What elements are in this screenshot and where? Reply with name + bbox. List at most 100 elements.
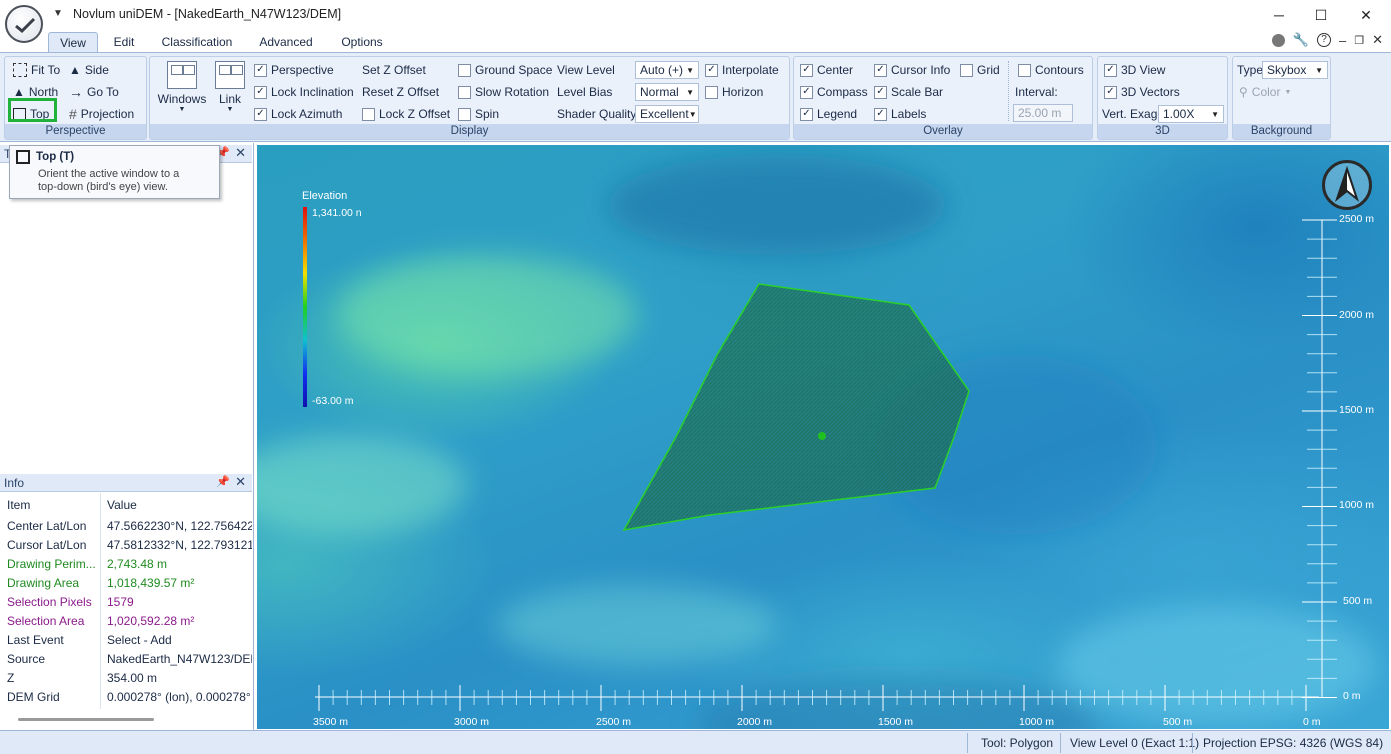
spin-label: Spin (475, 107, 500, 121)
elevation-legend-min: -63.00 m (312, 395, 354, 407)
interval-input[interactable]: 25.00 m (1013, 104, 1073, 122)
labels-label: Labels (891, 107, 927, 121)
go-to-label: Go To (87, 85, 119, 99)
interpolate-checkbox[interactable]: ✓ Interpolate (705, 61, 779, 79)
windows-dropdown-icon: ▼ (178, 106, 186, 113)
horizontal-scale-label-7: 0 m (1303, 716, 1321, 728)
lock-azimuth-checkbox[interactable]: ✓ Lock Azimuth (254, 105, 342, 123)
shader-quality-select[interactable]: Excellent ▼ (635, 105, 699, 123)
lock-inclination-checkbox[interactable]: ✓ Lock Inclination (254, 83, 354, 101)
info-row[interactable]: Last Event Select - Add (0, 631, 252, 650)
ribbon-restore-icon[interactable]: ❐ (1354, 34, 1364, 47)
info-row[interactable]: Cursor Lat/Lon 47.5812332°N, 122.7931215° (0, 536, 252, 555)
chevron-down-icon: ▼ (686, 87, 694, 97)
tooltip-title-row: Top (T) (16, 150, 213, 164)
app-menu-button[interactable] (5, 5, 43, 43)
compass-checkbox[interactable]: ✓ Compass (800, 83, 868, 101)
info-row-value: 0.000278° (lon), 0.000278° (l (107, 690, 252, 704)
quick-access-dropdown-icon[interactable]: ▼ (53, 8, 63, 19)
ribbon-close-icon[interactable]: ✕ (1372, 32, 1383, 48)
windows-button[interactable]: Windows ▼ (156, 61, 208, 113)
horizontal-scale-label-2: 2500 m (596, 716, 632, 728)
info-row[interactable]: Center Lat/Lon 47.5662230°N, 122.7564220° (0, 517, 252, 536)
info-row-value: 354.00 m (107, 671, 158, 685)
horizon-checkbox[interactable]: Horizon (705, 83, 763, 101)
info-row[interactable]: Drawing Perim... 2,743.48 m (0, 555, 252, 574)
display-group-label: Display (150, 124, 789, 139)
pin-icon[interactable]: 📌 (216, 475, 230, 488)
tab-options[interactable]: Options (333, 32, 391, 52)
tab-classification[interactable]: Classification (155, 32, 239, 52)
info-row[interactable]: Selection Area 1,020,592.28 m² (0, 612, 252, 631)
info-panel-title: Info (4, 476, 25, 490)
close-button[interactable]: ✕ (1343, 0, 1389, 30)
status-bar: Tool: Polygon View Level 0 (Exact 1:1) P… (0, 730, 1391, 754)
vertical-scale-label-1: 2000 m (1339, 309, 1375, 321)
legend-checkbox[interactable]: ✓ Legend (800, 105, 857, 123)
perspective-checkbox[interactable]: ✓ Perspective (254, 61, 334, 79)
info-col-item-header[interactable]: Item (7, 498, 30, 512)
level-bias-select[interactable]: Normal ▼ (635, 83, 699, 101)
info-col-value-header[interactable]: Value (107, 498, 137, 512)
3d-vectors-checkbox[interactable]: ✓ 3D Vectors (1104, 83, 1180, 101)
tab-advanced[interactable]: Advanced (252, 32, 320, 52)
slow-rotation-checkbox[interactable]: Slow Rotation (458, 83, 549, 101)
interval-label: Interval: (1015, 85, 1058, 99)
checkbox-checked-icon: ✓ (705, 63, 718, 77)
interpolate-label: Interpolate (722, 63, 779, 77)
reset-z-offset-label: Reset Z Offset (362, 85, 440, 99)
info-horizontal-scrollbar[interactable] (18, 718, 154, 721)
info-row-value: 1579 (107, 595, 134, 609)
overlay-group-label: Overlay (794, 124, 1092, 139)
spin-checkbox[interactable]: Spin (458, 105, 499, 123)
color-button[interactable]: ⚲ Color ▼ (1239, 83, 1291, 101)
maximize-button[interactable]: ☐ (1298, 0, 1344, 30)
minimize-button[interactable]: ─ (1256, 0, 1302, 30)
compass-north-icon[interactable] (1322, 160, 1372, 210)
go-to-button[interactable]: → Go To (69, 83, 119, 101)
fit-to-button[interactable]: Fit To (13, 61, 60, 79)
side-button[interactable]: ▲ Side (69, 61, 109, 79)
ground-space-checkbox[interactable]: Ground Space (458, 61, 552, 79)
tab-view[interactable]: View (48, 32, 98, 52)
background-type-select[interactable]: Skybox ▼ (1262, 61, 1328, 79)
status-projection: Projection EPSG: 4326 (WGS 84) (1203, 736, 1384, 750)
view-level-select[interactable]: Auto (+) ▼ (635, 61, 699, 79)
center-checkbox[interactable]: ✓ Center (800, 61, 853, 79)
info-row[interactable]: Drawing Area 1,018,439.57 m² (0, 574, 252, 593)
lock-z-offset-checkbox[interactable]: Lock Z Offset (362, 105, 450, 123)
tools-icon[interactable]: 🔧 (1293, 32, 1309, 48)
info-row[interactable]: Z 354.00 m (0, 669, 252, 688)
grid-checkbox[interactable]: Grid (960, 61, 1000, 79)
menu-tab-bar: View Edit Classification Advanced Option… (0, 30, 1391, 52)
north-arrow-icon (1334, 165, 1360, 202)
perspective-group-label: Perspective (5, 124, 146, 139)
ribbon-minimize-icon[interactable]: – (1339, 33, 1346, 48)
3d-view-checkbox[interactable]: ✓ 3D View (1104, 61, 1165, 79)
map-view[interactable]: Elevation 1,341.00 n -63.00 m 2500 m 200… (257, 145, 1389, 729)
close-icon[interactable]: ✕ (235, 145, 246, 161)
set-z-offset-button[interactable]: Set Z Offset (362, 61, 426, 79)
vert-exag-select[interactable]: 1.00X ▼ (1158, 105, 1224, 123)
horizontal-scale-label-0: 3500 m (313, 716, 349, 728)
scale-bar-checkbox[interactable]: ✓ Scale Bar (874, 83, 943, 101)
reset-z-offset-button[interactable]: Reset Z Offset (362, 83, 439, 101)
contours-checkbox[interactable]: Contours (1018, 61, 1084, 79)
info-row[interactable]: Selection Pixels 1579 (0, 593, 252, 612)
legend-label: Legend (817, 107, 858, 121)
projection-button[interactable]: # Projection (69, 105, 134, 123)
tab-edit[interactable]: Edit (104, 32, 144, 52)
close-icon[interactable]: ✕ (235, 474, 246, 490)
cursor-info-checkbox[interactable]: ✓ Cursor Info (874, 61, 950, 79)
info-row[interactable]: Source NakedEarth_N47W123/DEM (0, 650, 252, 669)
checkbox-unchecked-icon (705, 85, 718, 99)
link-button[interactable]: Link ▼ (212, 61, 248, 113)
elevation-legend-title: Elevation (302, 190, 348, 202)
checkbox-checked-icon: ✓ (874, 85, 887, 99)
shader-quality-value: Excellent (640, 107, 689, 121)
labels-checkbox[interactable]: ✓ Labels (874, 105, 926, 123)
theme-circle-icon[interactable] (1271, 33, 1285, 47)
info-row[interactable]: DEM Grid 0.000278° (lon), 0.000278° (l (0, 688, 252, 707)
vert-exag-value: 1.00X (1163, 107, 1195, 121)
help-icon[interactable]: ? (1316, 33, 1331, 47)
